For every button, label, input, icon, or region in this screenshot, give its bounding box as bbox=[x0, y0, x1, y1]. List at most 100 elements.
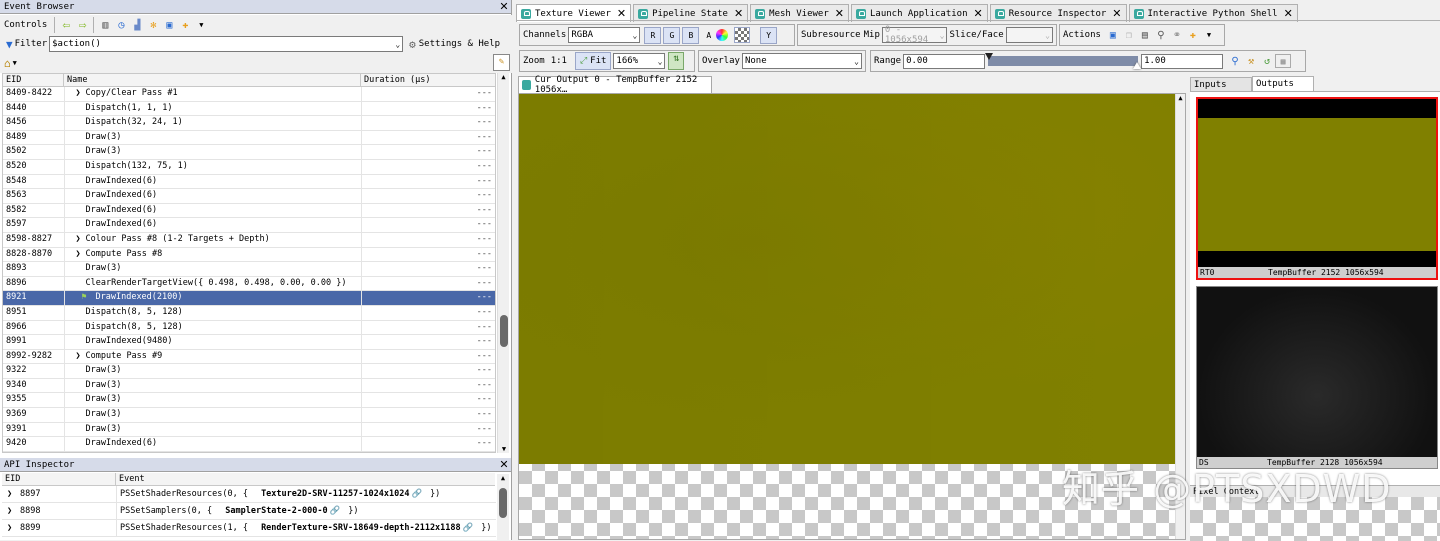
range-max-input[interactable] bbox=[1141, 54, 1223, 69]
edit-icon[interactable]: ✎ bbox=[493, 54, 510, 71]
copy-icon[interactable]: ❐ bbox=[1121, 27, 1137, 43]
close-icon[interactable]: ✕ bbox=[734, 7, 743, 20]
link-icon[interactable]: 🔗 bbox=[463, 523, 474, 533]
event-row[interactable]: 9355Draw(3)--- bbox=[3, 393, 495, 408]
api-resource-link[interactable]: Texture2D-SRV-11257-1024x1024 bbox=[261, 489, 409, 499]
api-scrollbar[interactable]: ▲ bbox=[497, 474, 509, 540]
bookmark-icon[interactable]: ▥ bbox=[97, 17, 113, 33]
event-row[interactable]: 9322Draw(3)--- bbox=[3, 364, 495, 379]
event-row[interactable]: 8992-9282❯ Compute Pass #9--- bbox=[3, 349, 495, 364]
scroll-up-icon[interactable]: ▲ bbox=[1176, 94, 1185, 102]
api-row[interactable]: ❯8899PSSetShaderResources(1, { RenderTex… bbox=[2, 520, 496, 537]
filter-input[interactable]: $action() ⌄ bbox=[49, 36, 403, 52]
close-icon[interactable]: ✕ bbox=[497, 0, 511, 13]
event-scrollbar[interactable]: ▲ ▼ bbox=[497, 73, 509, 453]
column-header-event[interactable]: Event bbox=[116, 473, 492, 485]
zoom-1to1-button[interactable]: 1:1 bbox=[551, 56, 567, 66]
colorize-icon[interactable]: ✻ bbox=[145, 17, 161, 33]
chevron-down-icon[interactable]: ▼ bbox=[1201, 27, 1217, 43]
event-row-selected[interactable]: 8921⚑DrawIndexed(2100)--- bbox=[3, 291, 495, 306]
event-row[interactable]: 8597DrawIndexed(6)--- bbox=[3, 218, 495, 233]
channel-a-toggle[interactable]: A bbox=[706, 31, 711, 40]
chevron-right-icon[interactable]: ❯ bbox=[2, 486, 16, 502]
event-row[interactable]: 8991DrawIndexed(9480)--- bbox=[3, 335, 495, 350]
event-row[interactable]: 9420DrawIndexed(6)--- bbox=[3, 437, 495, 452]
event-row[interactable]: 8951Dispatch(8, 5, 128)--- bbox=[3, 305, 495, 320]
scroll-down-icon[interactable]: ▼ bbox=[498, 445, 510, 453]
zoom-range-icon[interactable]: ⚲ bbox=[1227, 53, 1243, 69]
save-icon[interactable]: ▣ bbox=[161, 17, 177, 33]
scroll-up-icon[interactable]: ▲ bbox=[497, 474, 509, 482]
binoculars-icon[interactable]: ⚲ bbox=[1153, 27, 1169, 43]
event-row[interactable]: 9369Draw(3)--- bbox=[3, 408, 495, 423]
event-row[interactable]: 8582DrawIndexed(6)--- bbox=[3, 203, 495, 218]
api-resource-link[interactable]: RenderTexture-SRV-18649-depth-2112x1188 bbox=[261, 523, 461, 533]
event-row[interactable]: 8440Dispatch(1, 1, 1)--- bbox=[3, 101, 495, 116]
forward-arrow-icon[interactable]: ⇨ bbox=[74, 17, 90, 33]
range-min-input[interactable] bbox=[903, 54, 985, 69]
chevron-right-icon[interactable]: ❯ bbox=[76, 233, 86, 247]
save-icon[interactable]: ▣ bbox=[1105, 27, 1121, 43]
event-row[interactable]: 8598-8827❯ Colour Pass #8 (1-2 Targets +… bbox=[3, 232, 495, 247]
link-icon[interactable]: 🔗 bbox=[411, 489, 422, 499]
open-texture-icon[interactable]: ▤ bbox=[1137, 27, 1153, 43]
channel-g-toggle[interactable]: G bbox=[663, 27, 680, 44]
chevron-right-icon[interactable]: ❯ bbox=[76, 87, 86, 101]
column-header-eid[interactable]: EID bbox=[2, 473, 116, 485]
event-row[interactable]: 8548DrawIndexed(6)--- bbox=[3, 174, 495, 189]
checkerboard-icon[interactable] bbox=[734, 27, 750, 43]
puzzle-icon[interactable]: ✚ bbox=[177, 17, 193, 33]
tab-outputs[interactable]: Outputs bbox=[1252, 76, 1314, 91]
event-row[interactable]: 8563DrawIndexed(6)--- bbox=[3, 189, 495, 204]
close-icon[interactable]: ✕ bbox=[617, 7, 626, 20]
range-max-handle[interactable] bbox=[1133, 62, 1141, 69]
thumb-ds[interactable]: DS TempBuffer 2128 1056x594 bbox=[1196, 286, 1438, 469]
close-icon[interactable]: ✕ bbox=[1284, 7, 1293, 20]
api-row[interactable]: ❯8898PSSetSamplers(0, { SamplerState-2-0… bbox=[2, 503, 496, 520]
channels-select[interactable]: RGBA ⌄ bbox=[568, 27, 640, 43]
chevron-down-icon[interactable]: ▼ bbox=[193, 17, 209, 33]
event-row[interactable]: 9442DrawIndexed(6)--- bbox=[3, 451, 495, 453]
chevron-right-icon[interactable]: ❯ bbox=[76, 248, 86, 262]
thumb-rt0[interactable]: RT0 TempBuffer 2152 1056x594 bbox=[1196, 97, 1438, 280]
scroll-up-icon[interactable]: ▲ bbox=[498, 73, 509, 81]
flip-vertical-icon[interactable]: ⇅ bbox=[668, 52, 684, 70]
output-tab[interactable]: Cur Output 0 - TempBuffer 2152 1056x… bbox=[518, 76, 712, 93]
range-slider[interactable] bbox=[988, 53, 1138, 69]
timeline-icon[interactable]: ◷ bbox=[113, 17, 129, 33]
y-flip-toggle[interactable]: Y bbox=[760, 27, 777, 44]
column-header-eid[interactable]: EID bbox=[3, 74, 64, 86]
close-icon[interactable]: ✕ bbox=[974, 7, 983, 20]
zoom-select[interactable]: 166% ⌄ bbox=[613, 53, 665, 69]
event-row[interactable]: 8828-8870❯ Compute Pass #8--- bbox=[3, 247, 495, 262]
slice-select[interactable]: ⌄ bbox=[1006, 27, 1053, 43]
column-header-name[interactable]: Name bbox=[64, 74, 361, 86]
channel-r-toggle[interactable]: R bbox=[644, 27, 661, 44]
back-arrow-icon[interactable]: ⇦ bbox=[58, 17, 74, 33]
histogram-icon[interactable]: ▦ bbox=[1275, 54, 1291, 68]
chevron-down-icon[interactable]: ▼ bbox=[13, 59, 17, 67]
event-row[interactable]: 8893Draw(3)--- bbox=[3, 262, 495, 277]
event-row[interactable]: 8966Dispatch(8, 5, 128)--- bbox=[3, 320, 495, 335]
close-icon[interactable]: ✕ bbox=[835, 7, 844, 20]
column-header-duration[interactable]: Duration (µs) bbox=[361, 74, 495, 86]
mip-select[interactable]: 0 - 1056x594 ⌄ bbox=[882, 27, 948, 43]
event-row[interactable]: 9391Draw(3)--- bbox=[3, 422, 495, 437]
api-row[interactable]: ❯8897PSSetShaderResources(0, { Texture2D… bbox=[2, 486, 496, 503]
event-row[interactable]: 8502Draw(3)--- bbox=[3, 145, 495, 160]
chevron-right-icon[interactable]: ❯ bbox=[2, 503, 16, 519]
range-min-handle[interactable] bbox=[985, 53, 993, 60]
api-resource-link[interactable]: SamplerState-2-000-0 bbox=[225, 506, 327, 516]
link-icon[interactable]: ⚭ bbox=[1169, 27, 1185, 43]
channel-b-toggle[interactable]: B bbox=[682, 27, 699, 44]
chevron-right-icon[interactable]: ❯ bbox=[76, 350, 86, 364]
event-row[interactable]: 8520Dispatch(132, 75, 1)--- bbox=[3, 159, 495, 174]
event-row[interactable]: 9340Draw(3)--- bbox=[3, 378, 495, 393]
event-row[interactable]: 8456Dispatch(32, 24, 1)--- bbox=[3, 116, 495, 131]
event-row[interactable]: 8489Draw(3)--- bbox=[3, 130, 495, 145]
overlay-select[interactable]: None ⌄ bbox=[742, 53, 862, 69]
fit-button[interactable]: ⤢ Fit bbox=[575, 52, 611, 70]
color-wheel-icon[interactable] bbox=[716, 29, 728, 41]
close-icon[interactable]: ✕ bbox=[497, 458, 511, 471]
chevron-right-icon[interactable]: ❯ bbox=[2, 520, 16, 536]
